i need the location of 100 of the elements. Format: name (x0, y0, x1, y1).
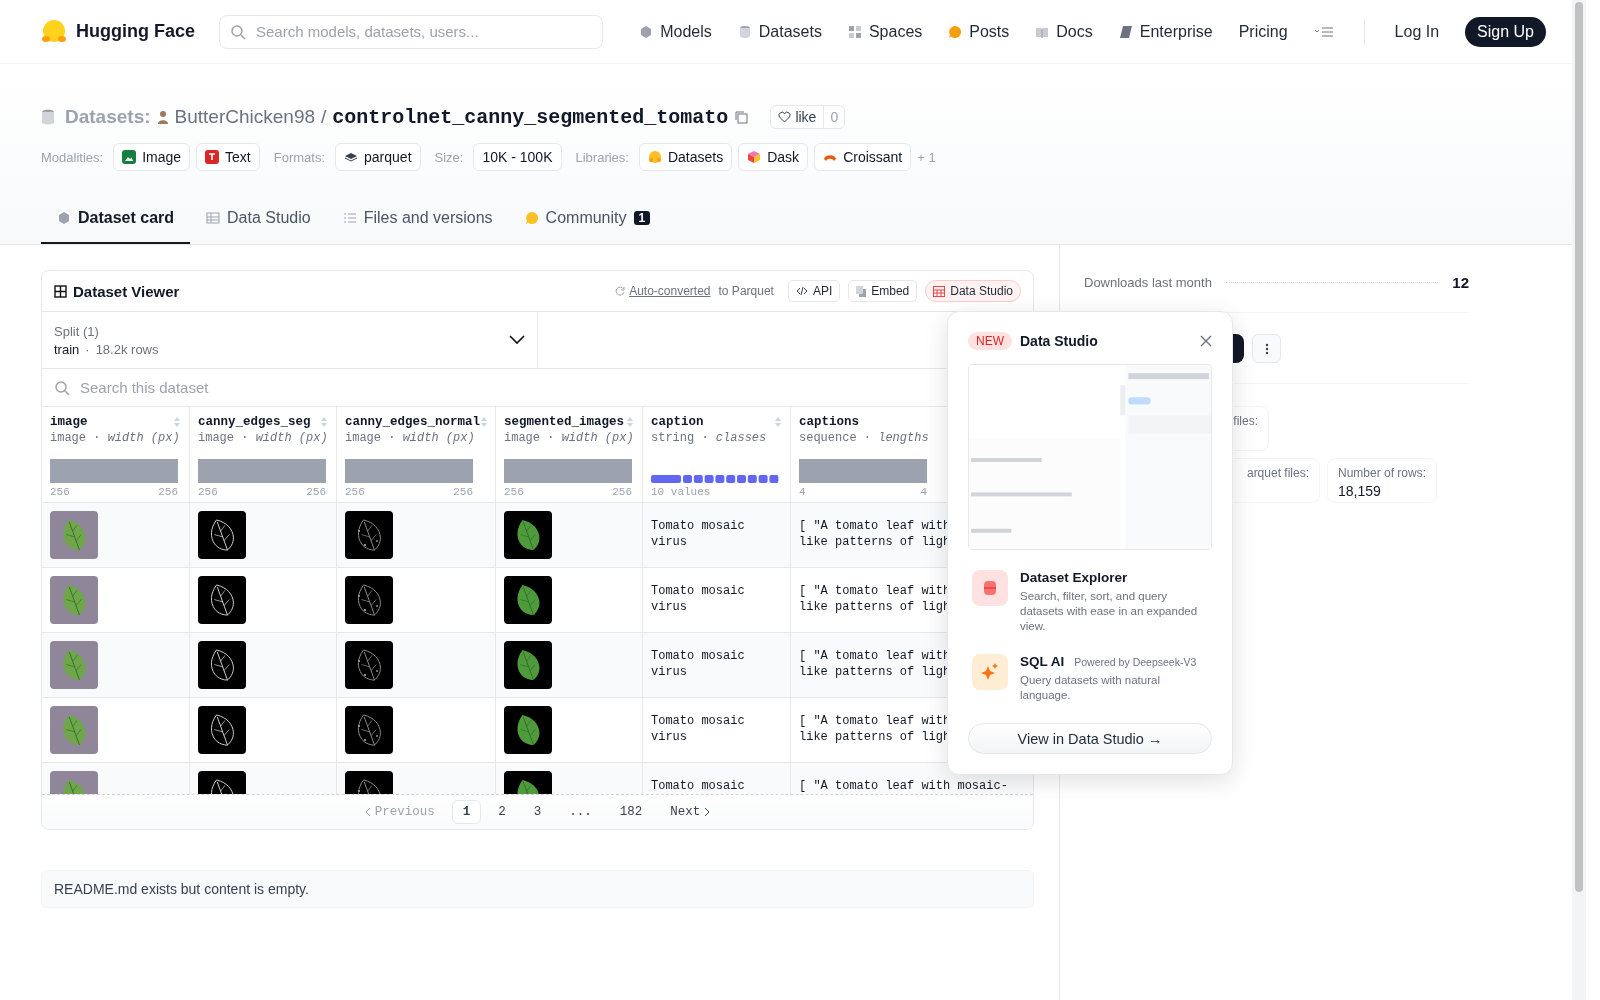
tag[interactable]: parquet (335, 143, 421, 171)
nav-link[interactable]: Models (639, 22, 712, 41)
column-name: canny_edges_seg (198, 415, 311, 429)
toolbar-button[interactable]: API (787, 280, 841, 302)
column-type: image · width (px) (504, 431, 634, 445)
chevron-left-icon (364, 807, 371, 817)
range-min: 256 (504, 486, 524, 498)
table-cell-text: Tomato mosaic virus (651, 648, 746, 680)
column-name: segmented_images (504, 415, 625, 429)
section-label: Datasets: (65, 106, 151, 128)
stat-label: arquet files: (1246, 466, 1309, 480)
chevron-down-icon (508, 335, 525, 345)
page-link[interactable]: 182 (608, 800, 654, 824)
toolbar-button[interactable]: Embed (848, 280, 918, 302)
tab[interactable]: Community 1 (508, 194, 667, 244)
range-max: 256 (453, 486, 473, 498)
sort-icon (320, 416, 328, 428)
popover-title: Data Studio (1020, 333, 1098, 349)
tag[interactable]: Dask (738, 143, 809, 171)
feature-note: Powered by Deepseek-V3 (1074, 656, 1197, 668)
stat-label: Number of rows: (1338, 466, 1427, 480)
toolbar-button[interactable]: Data Studio (925, 280, 1021, 302)
chevron-right-icon (704, 807, 711, 817)
nav-link[interactable]: Spaces (847, 22, 923, 41)
page-link[interactable]: ... (558, 800, 603, 824)
nav-link[interactable]: Datasets (737, 22, 822, 41)
dataset-name: controlnet_canny_segmented_tomato (332, 105, 729, 129)
table-cell-text: Tomato mosaic virus (651, 518, 746, 550)
search-box[interactable]: Search models, datasets, users... (219, 14, 603, 49)
tag[interactable]: Image (113, 143, 191, 171)
cylinder-icon (737, 24, 752, 39)
feature-description: Search, filter, sort, and query datasets with ease in an expanded view. (1020, 589, 1199, 634)
close-button[interactable] (1200, 335, 1212, 347)
view-in-data-studio-button[interactable]: View in Data Studio → (968, 723, 1212, 754)
sparkles-icon (972, 654, 1008, 690)
tag-group-label: Libraries: (575, 149, 629, 165)
list-icon (342, 211, 357, 225)
nav-link[interactable]: Docs (1035, 22, 1093, 41)
tab[interactable]: Files and versions (326, 194, 509, 244)
column-name: image (50, 415, 88, 429)
range-min: 256 (198, 486, 218, 498)
range-min: 4 (799, 486, 806, 498)
signup-button[interactable]: Sign Up (1465, 16, 1546, 47)
page-link[interactable]: 3 (522, 800, 553, 824)
page-link[interactable]: 1 (451, 800, 482, 824)
column-type: string · classes (651, 431, 768, 445)
column-type: sequence · lengths (799, 431, 930, 445)
column-name: canny_edges_normal (345, 415, 481, 429)
column-type: image · width (px) (50, 431, 181, 445)
feature-description: Query datasets with natural language. (1020, 673, 1161, 703)
nav-link[interactable]: Enterprise (1118, 22, 1213, 41)
search-field[interactable]: Search models, datasets, users... (254, 22, 592, 41)
login-link[interactable]: Log In (1394, 22, 1440, 41)
table-cell-text: [ "A tomato leaf with mosaic- (799, 778, 1008, 794)
like-button[interactable]: like 0 (770, 105, 846, 129)
owner-link[interactable]: ButterChicken98 (174, 106, 315, 128)
tag-group-label: Size: (434, 149, 464, 165)
tag[interactable]: Croissant (814, 143, 912, 171)
class-count: 10 values (651, 486, 711, 498)
copy-icon (856, 285, 867, 297)
page-link[interactable]: 2 (487, 800, 517, 824)
stat-value: 18,159 (1338, 483, 1382, 499)
next-page-link[interactable]: Next (659, 800, 722, 824)
card-title: Dataset Viewer (73, 282, 180, 300)
image-icon (122, 150, 137, 164)
nav-link[interactable]: Pricing (1238, 22, 1288, 41)
nav-link[interactable]: Posts (948, 22, 1010, 41)
text-icon (205, 150, 220, 164)
path-separator: / (321, 106, 327, 128)
avatar-icon (156, 110, 169, 124)
tag[interactable]: 10K - 100K (473, 143, 562, 171)
tab[interactable]: Data Studio (190, 194, 327, 244)
converted-note: to Parquet (718, 284, 774, 298)
column-type: image · width (px) (198, 431, 328, 445)
menu-icon (1313, 24, 1334, 39)
range-max: 4 (920, 486, 927, 498)
feature-title: SQL AI (1020, 654, 1065, 669)
sort-icon (626, 416, 634, 428)
tab[interactable]: Dataset card (41, 194, 191, 244)
table-icon (933, 285, 946, 297)
tag-group-label: Formats: (273, 149, 326, 165)
refresh-icon (615, 286, 626, 296)
stat-label: files: (1233, 414, 1258, 428)
cube-icon (639, 24, 654, 39)
layers-icon (344, 150, 359, 164)
database-icon (41, 109, 55, 125)
code-icon (795, 286, 808, 296)
feature-title: Dataset Explorer (1020, 570, 1128, 585)
search-icon (230, 23, 246, 40)
range-max: 256 (158, 486, 178, 498)
tag[interactable]: Text (196, 143, 260, 171)
range-min: 256 (345, 486, 365, 498)
search-field[interactable]: Search this dataset (78, 378, 1021, 397)
auto-converted-link[interactable]: Auto-converted (629, 284, 711, 298)
close-icon (1200, 335, 1212, 347)
range-max: 256 (612, 486, 632, 498)
column-name: caption (651, 415, 704, 429)
table-cell-text: Tomato mosaic virus (651, 713, 746, 745)
tag[interactable]: Datasets (638, 143, 733, 171)
column-name: captions (799, 415, 859, 429)
